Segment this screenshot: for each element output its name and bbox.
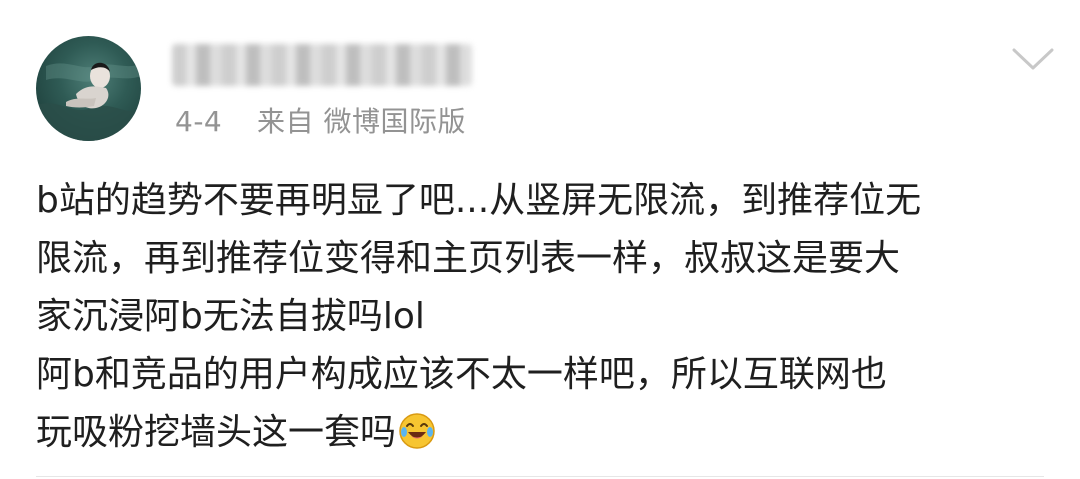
content-line: 家沉浸阿b无法自拔吗lol	[36, 296, 425, 337]
content-line-last: 玩吸粉挖墙头这一套吗	[36, 404, 1046, 462]
post-date: 4-4	[175, 105, 223, 138]
content-line: 阿b和竞品的用户构成应该不太一样吧，所以互联网也	[36, 354, 887, 395]
divider	[36, 476, 1044, 477]
username-blurred[interactable]	[172, 44, 472, 86]
content-line: b站的趋势不要再明显了吧...从竖屏无限流，到推荐位无	[36, 180, 922, 221]
post-source: 来自 微博国际版	[257, 105, 466, 138]
laugh-cry-emoji-icon	[398, 410, 436, 449]
content-line-text: 玩吸粉挖墙头这一套吗	[36, 412, 397, 453]
chevron-down-icon[interactable]	[1010, 46, 1056, 74]
content-line: 限流，再到推荐位变得和主页列表一样，叔叔这是要大	[36, 238, 901, 279]
avatar[interactable]	[36, 36, 141, 141]
post-content: b站的趋势不要再明显了吧...从竖屏无限流，到推荐位无 限流，再到推荐位变得和主…	[36, 172, 1046, 462]
post-meta: 4-4 来自 微博国际版	[175, 100, 466, 140]
